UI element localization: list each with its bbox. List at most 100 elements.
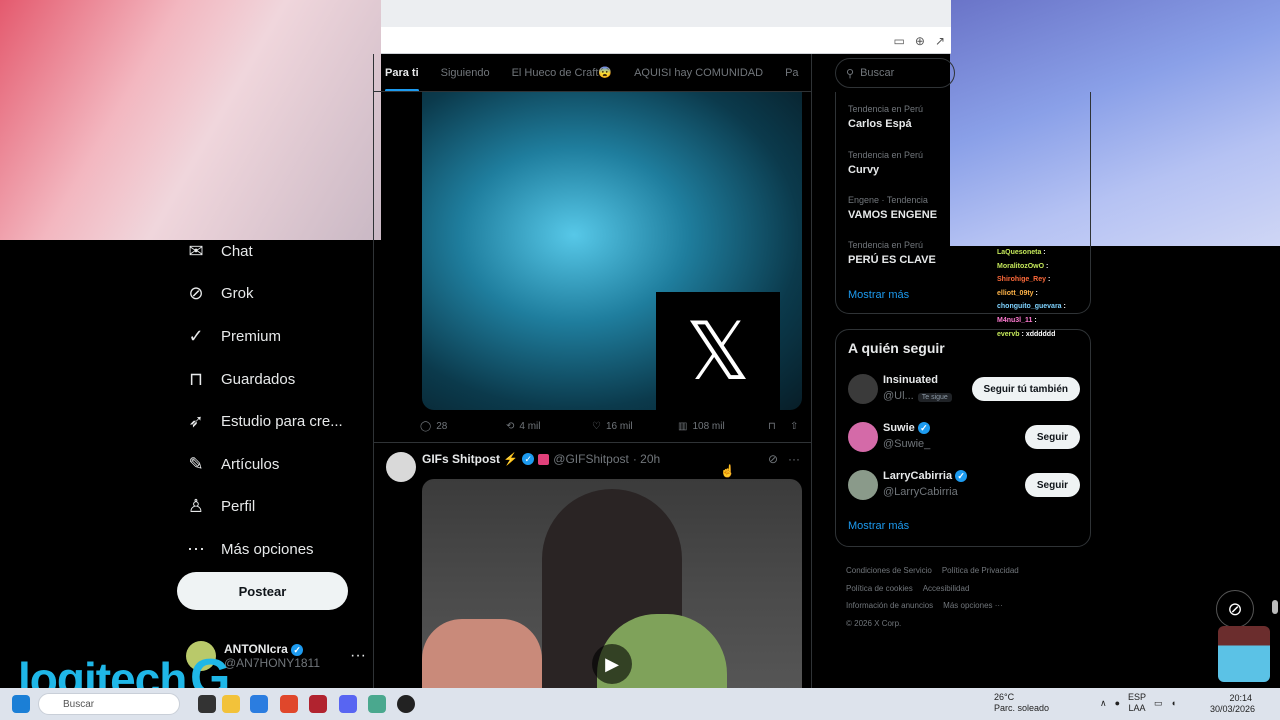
avatar[interactable] (848, 470, 878, 500)
trends-show-more[interactable]: Mostrar más (848, 289, 909, 301)
tweet-image[interactable]: 𝕏 (422, 92, 802, 410)
taskbar-search[interactable]: Buscar (38, 693, 180, 715)
trend-name: PERÚ ES CLAVE (848, 254, 936, 266)
grok-icon[interactable]: ⊘ (768, 452, 778, 466)
suggestion-name: LarryCabirria (883, 470, 953, 482)
nav-articles[interactable]: ✎ Artículos (177, 443, 367, 486)
account-handle: @AN7HONY1811 (224, 656, 320, 670)
follow-button[interactable]: Seguir (1024, 473, 1080, 497)
tab-hueco-de-craft[interactable]: El Hueco de Craft😨 (501, 54, 624, 91)
nav-premium[interactable]: ✓ Premium (177, 315, 367, 358)
reply-button[interactable]: ◯ 28 (420, 421, 506, 432)
footer-link[interactable]: Información de anuncios (846, 601, 933, 610)
clock-date: 30/03/2026 (1210, 704, 1256, 714)
file-explorer-icon[interactable] (222, 695, 240, 713)
post-time[interactable]: · 20h (633, 452, 660, 466)
app-icon[interactable] (368, 695, 386, 713)
nav-grok[interactable]: ⊘ Grok (177, 273, 367, 316)
post-button[interactable]: Postear (177, 572, 348, 610)
follow-suggestion[interactable]: Suwie ✓ @Suwie_ Seguir (848, 422, 1080, 456)
footer-link[interactable]: Condiciones de Servicio (846, 566, 932, 575)
who-show-more[interactable]: Mostrar más (848, 520, 909, 532)
account-name: ANTONIcra (224, 642, 288, 656)
volume-icon[interactable]: ◖ (1171, 698, 1176, 709)
weather-temp: 26°C (994, 692, 1015, 702)
tab-aquisi-comunidad[interactable]: AQUISI hay COMUNIDAD (623, 54, 774, 91)
trend-context: Engene · Tendencia (848, 195, 928, 205)
timeline-tabs: Para ti Siguiendo El Hueco de Craft😨 AQU… (374, 54, 811, 92)
share-icon[interactable]: ↗ (935, 34, 945, 48)
suggestion-handle: @Suwie_ (883, 438, 931, 450)
mic-icon[interactable]: ● (1115, 698, 1120, 709)
tab-siguiendo[interactable]: Siguiendo (430, 54, 501, 91)
chat-message: M4nu3l_11 : (997, 316, 1037, 324)
follow-suggestion[interactable]: LarryCabirria ✓ @LarryCabirria Seguir (848, 470, 1080, 504)
taskbar-clock[interactable]: 20:14 30/03/2026 (1210, 693, 1256, 715)
nav-chat[interactable]: ✉ Chat (177, 230, 367, 273)
tweet-video[interactable]: ▶ (422, 479, 802, 688)
zoom-icon[interactable]: ⊕ (915, 34, 925, 48)
follow-suggestion[interactable]: Insinuated @Ul... Te sigue Seguir tú tamb… (848, 374, 1080, 408)
chevron-up-icon[interactable]: ∧ (1100, 698, 1107, 709)
avatar[interactable] (386, 452, 416, 482)
like-button[interactable]: ♡ 16 mil (592, 421, 678, 432)
weather-widget[interactable]: 26°C Parc. soleado (994, 692, 1049, 714)
author-name[interactable]: GIFs Shitpost ⚡ (422, 452, 518, 466)
more-icon: ⋯ (187, 538, 205, 559)
suggestion-name[interactable]: Insinuated (883, 374, 938, 386)
store-icon[interactable] (250, 695, 268, 713)
cast-icon[interactable]: ▭ (894, 34, 905, 48)
task-view-icon[interactable] (198, 695, 216, 713)
mouse-cursor-icon: ☝ (720, 464, 735, 478)
obs-icon[interactable] (397, 695, 415, 713)
footer-link[interactable]: Accesibilidad (923, 584, 970, 593)
trend-item[interactable]: Tendencia en Perú Carlos Espá (848, 104, 923, 130)
heart-icon: ♡ (592, 420, 601, 432)
network-icon[interactable]: ▭ (1154, 698, 1163, 709)
follow-back-button[interactable]: Seguir tú también (971, 377, 1080, 401)
share-button[interactable]: ⇧ (790, 421, 798, 432)
more-icon[interactable]: ··· (788, 452, 800, 466)
avatar[interactable] (848, 374, 878, 404)
search-input[interactable]: ⚲ Buscar (835, 58, 955, 88)
views-button[interactable]: ▥ 108 mil (678, 421, 768, 432)
tab-para-ti[interactable]: Para ti (374, 54, 430, 91)
grok-float-button[interactable]: ⊘ (1216, 590, 1254, 628)
discord-icon[interactable] (339, 695, 357, 713)
repost-button[interactable]: ⟲ 4 mil (506, 421, 592, 432)
nav-label: Artículos (221, 455, 280, 473)
trend-item[interactable]: Tendencia en Perú Curvy (848, 150, 923, 176)
nav-creator-studio[interactable]: ➶ Estudio para cre... (177, 400, 367, 443)
footer-link[interactable]: Política de Privacidad (942, 566, 1019, 575)
follows-you-badge: Te sigue (917, 393, 952, 402)
avatar[interactable] (848, 422, 878, 452)
gif-badge-icon (538, 453, 550, 465)
suggestion-handle: @Ul... (883, 390, 914, 402)
x-logo-icon: 𝕏 (656, 292, 780, 410)
nav-more-options[interactable]: ⋯ Más opciones (177, 528, 367, 571)
chat-user: MoralitozOwO (997, 262, 1045, 270)
trend-item[interactable]: Engene · Tendencia VAMOS ENGENE (848, 195, 937, 221)
windows-start-icon[interactable] (12, 695, 30, 713)
footer-link[interactable]: Política de cookies (846, 584, 913, 593)
brave-browser-icon[interactable] (280, 695, 298, 713)
chat-message: MoralitozOwO : (997, 262, 1049, 270)
language-indicator[interactable]: ESP LAA (1128, 692, 1146, 714)
nav-profile[interactable]: ♙ Perfil (177, 486, 367, 529)
more-icon[interactable]: ··· (350, 647, 366, 665)
app-icon[interactable] (309, 695, 327, 713)
tab-overflow[interactable]: Pa (774, 54, 809, 91)
footer-link[interactable]: Más opciones ··· (943, 601, 1003, 610)
play-icon[interactable]: ▶ (592, 644, 632, 684)
bookmark-button[interactable]: ⊓ (768, 421, 790, 432)
chat-user: Shirohige_Rey (997, 276, 1047, 284)
nav-bookmarks[interactable]: ⊓ Guardados (177, 358, 367, 401)
author-handle[interactable]: @GIFShitpost (553, 452, 629, 466)
video-frame (422, 619, 542, 688)
nav-label: Grok (221, 285, 254, 303)
follow-button[interactable]: Seguir (1024, 425, 1080, 449)
scrollbar[interactable] (1272, 600, 1278, 614)
search-icon: ⚲ (846, 67, 855, 80)
bookmark-icon: ⊓ (188, 368, 204, 389)
trend-item[interactable]: Tendencia en Perú PERÚ ES CLAVE (848, 240, 936, 266)
